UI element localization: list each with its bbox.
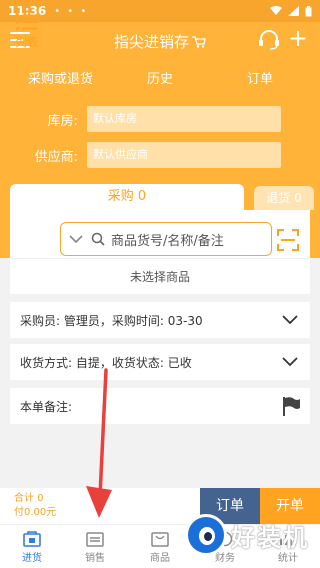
app-header: 指尖进销存 + <box>0 22 320 58</box>
signal-icon <box>288 6 299 16</box>
total-count: 合计 0 <box>14 493 44 504</box>
chevron-down-icon <box>282 315 298 325</box>
status-icons <box>270 5 312 17</box>
supplier-field[interactable]: 默认供应商 <box>87 142 281 168</box>
search-placeholder: 商品货号/名称/备注 <box>111 233 224 249</box>
supplier-row: 供应商: 默认供应商 <box>0 141 320 169</box>
watermark-logo <box>185 514 227 556</box>
tab-orders[interactable]: 订单 <box>247 68 273 87</box>
notification-dots: • • • <box>54 5 89 17</box>
nav-purchase[interactable]: 进货 <box>7 531 57 564</box>
search-input[interactable]: 商品货号/名称/备注 <box>60 222 272 256</box>
tab-history[interactable]: 历史 <box>147 68 173 87</box>
buyer-row[interactable]: 采购员: 管理员，采购时间: 03-30 <box>10 302 310 338</box>
list-button[interactable]: 列表 <box>14 13 40 59</box>
chevron-down-icon[interactable] <box>69 234 83 244</box>
nav-label: 进货 <box>22 553 42 564</box>
nav-label: 销售 <box>85 553 105 564</box>
nav-products[interactable]: 商品 <box>135 531 185 564</box>
purchase-icon <box>23 531 41 547</box>
title-text: 指尖进销存 <box>113 33 189 51</box>
note-label: 本单备注: <box>20 399 73 414</box>
total-paid: 付0.00元 <box>14 507 57 518</box>
flag-icon[interactable] <box>282 396 300 416</box>
add-button[interactable]: + <box>288 26 308 50</box>
watermark: 好装机 <box>185 512 317 560</box>
wifi-icon <box>270 6 282 15</box>
annotation-arrow <box>86 368 112 518</box>
battery-icon <box>305 5 312 16</box>
buyer-info: 采购员: 管理员，采购时间: 03-30 <box>20 313 203 328</box>
receipt-row[interactable]: 收货方式: 自提，收货状态: 已收 <box>10 344 310 380</box>
warehouse-field[interactable]: 默认库房 <box>87 106 281 132</box>
tab-purchase[interactable]: 采购 0 <box>10 184 244 210</box>
nav-sales[interactable]: 销售 <box>70 531 120 564</box>
list-icon <box>16 14 38 30</box>
nav-label: 商品 <box>150 553 170 564</box>
watermark-text: 好装机 <box>231 524 309 552</box>
cart-icon <box>192 36 206 48</box>
headset-icon[interactable] <box>258 30 280 50</box>
products-icon <box>151 532 169 547</box>
logo-pupil <box>204 532 212 541</box>
note-row[interactable]: 本单备注: <box>10 388 310 424</box>
totals: 合计 0 付0.00元 <box>14 492 56 520</box>
warehouse-label: 库房: <box>47 113 78 129</box>
search-icon <box>91 232 105 246</box>
sales-icon <box>86 532 104 547</box>
supplier-label: 供应商: <box>34 149 78 165</box>
purchase-return-tabs: 采购 0 退货 0 <box>10 184 314 210</box>
scan-icon[interactable] <box>276 228 300 252</box>
warehouse-row: 库房: 默认库房 <box>0 105 320 133</box>
list-label: 列表 <box>14 35 39 49</box>
status-bar: 11:36 • • • <box>0 0 320 22</box>
mode-tabs: 采购或退货 历史 订单 <box>0 68 320 88</box>
chevron-down-icon <box>282 357 298 367</box>
tab-purchase-or-return[interactable]: 采购或退货 <box>28 68 93 87</box>
tab-return[interactable]: 退货 0 <box>254 186 314 210</box>
no-selection-message: 未选择商品 <box>10 258 310 294</box>
